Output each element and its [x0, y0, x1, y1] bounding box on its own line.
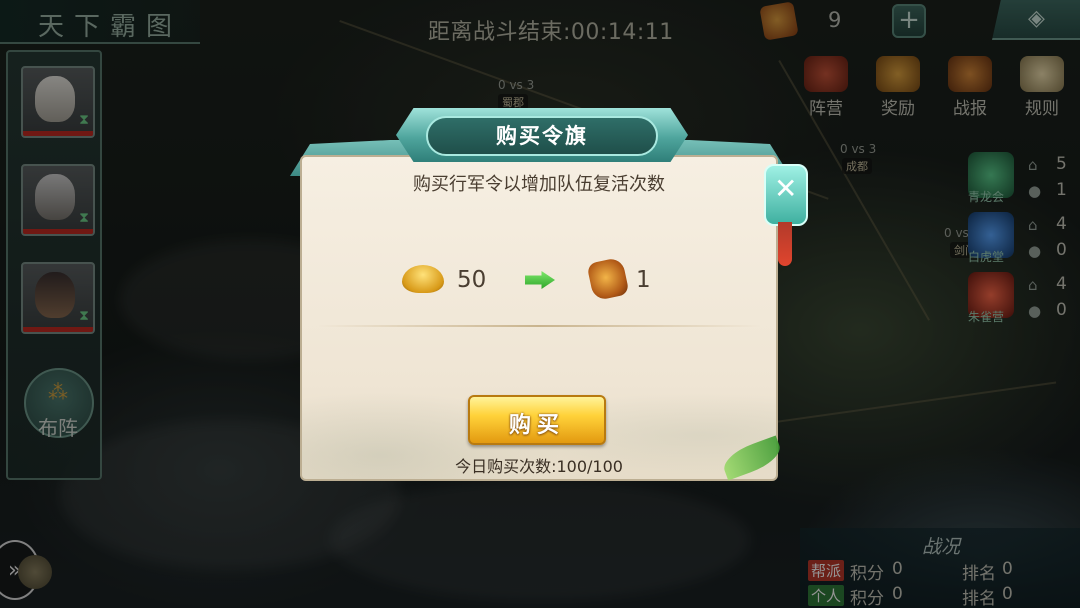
- dialog-message: 购买行军令以增加队伍复活次数: [413, 174, 665, 195]
- buy-command-flag-dialog: 购买令旗 购买行军令以增加队伍复活次数 50 1 购买 今日购买次数:100/1…: [290, 100, 810, 485]
- buy-button-label: 购买: [508, 413, 565, 438]
- token-reward-amount: 1: [636, 267, 651, 293]
- close-button[interactable]: ✕: [764, 164, 808, 226]
- gold-ingot-icon: [402, 265, 444, 293]
- buy-button[interactable]: 购买: [468, 395, 606, 445]
- daily-purchase-count: 今日购买次数:100/100: [455, 457, 623, 476]
- close-icon: ✕: [774, 172, 798, 205]
- dialog-title: 购买令旗: [496, 124, 588, 148]
- command-token-icon: [586, 256, 630, 302]
- arrow-right-icon: [525, 271, 555, 289]
- price-row: 50 1: [300, 255, 778, 305]
- gold-cost-amount: 50: [457, 267, 487, 293]
- tassel-ornament: [778, 222, 792, 266]
- divider: [318, 325, 760, 327]
